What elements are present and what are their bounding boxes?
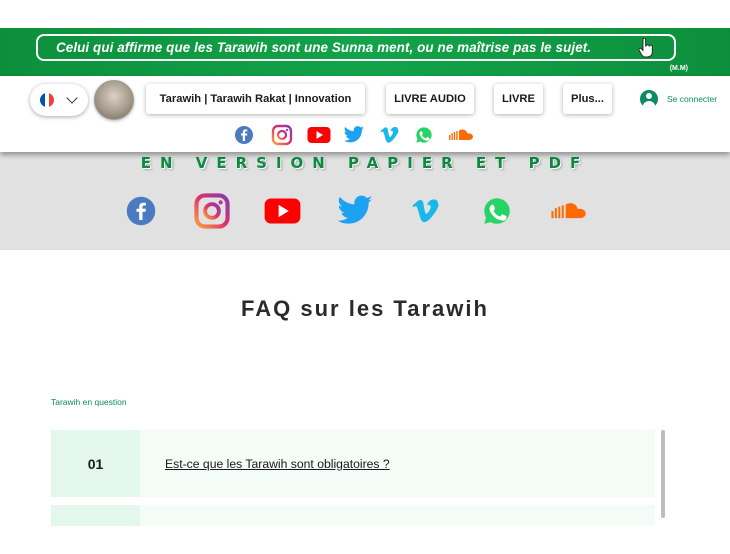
language-selector[interactable] <box>30 84 88 116</box>
facebook-icon[interactable] <box>126 196 156 226</box>
nav-item-livre[interactable]: LIVRE <box>494 84 543 114</box>
nav-item-livre-audio[interactable]: LIVRE AUDIO <box>386 84 474 114</box>
facebook-icon[interactable] <box>234 125 254 145</box>
faq-number <box>51 505 140 526</box>
user-icon <box>640 90 658 108</box>
faq-section-label: Tarawih en question <box>51 397 127 407</box>
faq-item[interactable] <box>51 505 655 526</box>
french-flag-icon <box>40 93 54 107</box>
nav-item-tarawih[interactable]: Tarawih | Tarawih Rakat | Innovation <box>146 84 365 114</box>
login-label: Se connecter <box>667 94 718 104</box>
header-social-bar <box>234 124 475 146</box>
faq-scrollbar[interactable] <box>661 430 665 518</box>
top-banner: Celui qui affirme que les Tarawih sont u… <box>0 28 730 76</box>
chevron-down-icon <box>66 92 78 104</box>
instagram-icon[interactable] <box>193 192 231 230</box>
instagram-icon[interactable] <box>271 124 293 146</box>
band-social-bar <box>126 192 590 230</box>
twitter-icon[interactable] <box>336 195 374 227</box>
quote-box[interactable]: Celui qui affirme que les Tarawih sont u… <box>36 34 676 61</box>
vimeo-icon[interactable] <box>410 198 440 224</box>
soundcloud-icon[interactable] <box>449 128 475 142</box>
band-title: EN VERSION PAPIER ET PDF <box>140 154 590 172</box>
whatsapp-icon[interactable] <box>415 126 433 144</box>
twitter-icon[interactable] <box>343 125 365 145</box>
faq-item[interactable]: 01 Est-ce que les Tarawih sont obligatoi… <box>51 430 655 497</box>
hand-pointer-icon <box>638 38 653 58</box>
social-band: EN VERSION PAPIER ET PDF <box>0 152 730 250</box>
site-logo[interactable] <box>94 80 134 120</box>
page-title: FAQ sur les Tarawih <box>241 296 489 321</box>
youtube-icon[interactable] <box>263 197 302 225</box>
faq-number: 01 <box>51 430 140 497</box>
nav-item-plus[interactable]: Plus... <box>563 84 612 114</box>
banner-quote: Celui qui affirme que les Tarawih sont u… <box>56 40 592 55</box>
login-button[interactable]: Se connecter <box>640 90 717 108</box>
whatsapp-icon[interactable] <box>482 196 512 226</box>
vimeo-icon[interactable] <box>379 126 399 144</box>
soundcloud-icon[interactable] <box>550 201 590 221</box>
youtube-icon[interactable] <box>307 126 331 144</box>
faq-question[interactable] <box>140 505 165 526</box>
banner-signature: (M.M) <box>669 65 688 72</box>
faq-question[interactable]: Est-ce que les Tarawih sont obligatoires… <box>140 430 390 497</box>
site-header: Tarawih | Tarawih Rakat | Innovation LIV… <box>0 76 730 152</box>
